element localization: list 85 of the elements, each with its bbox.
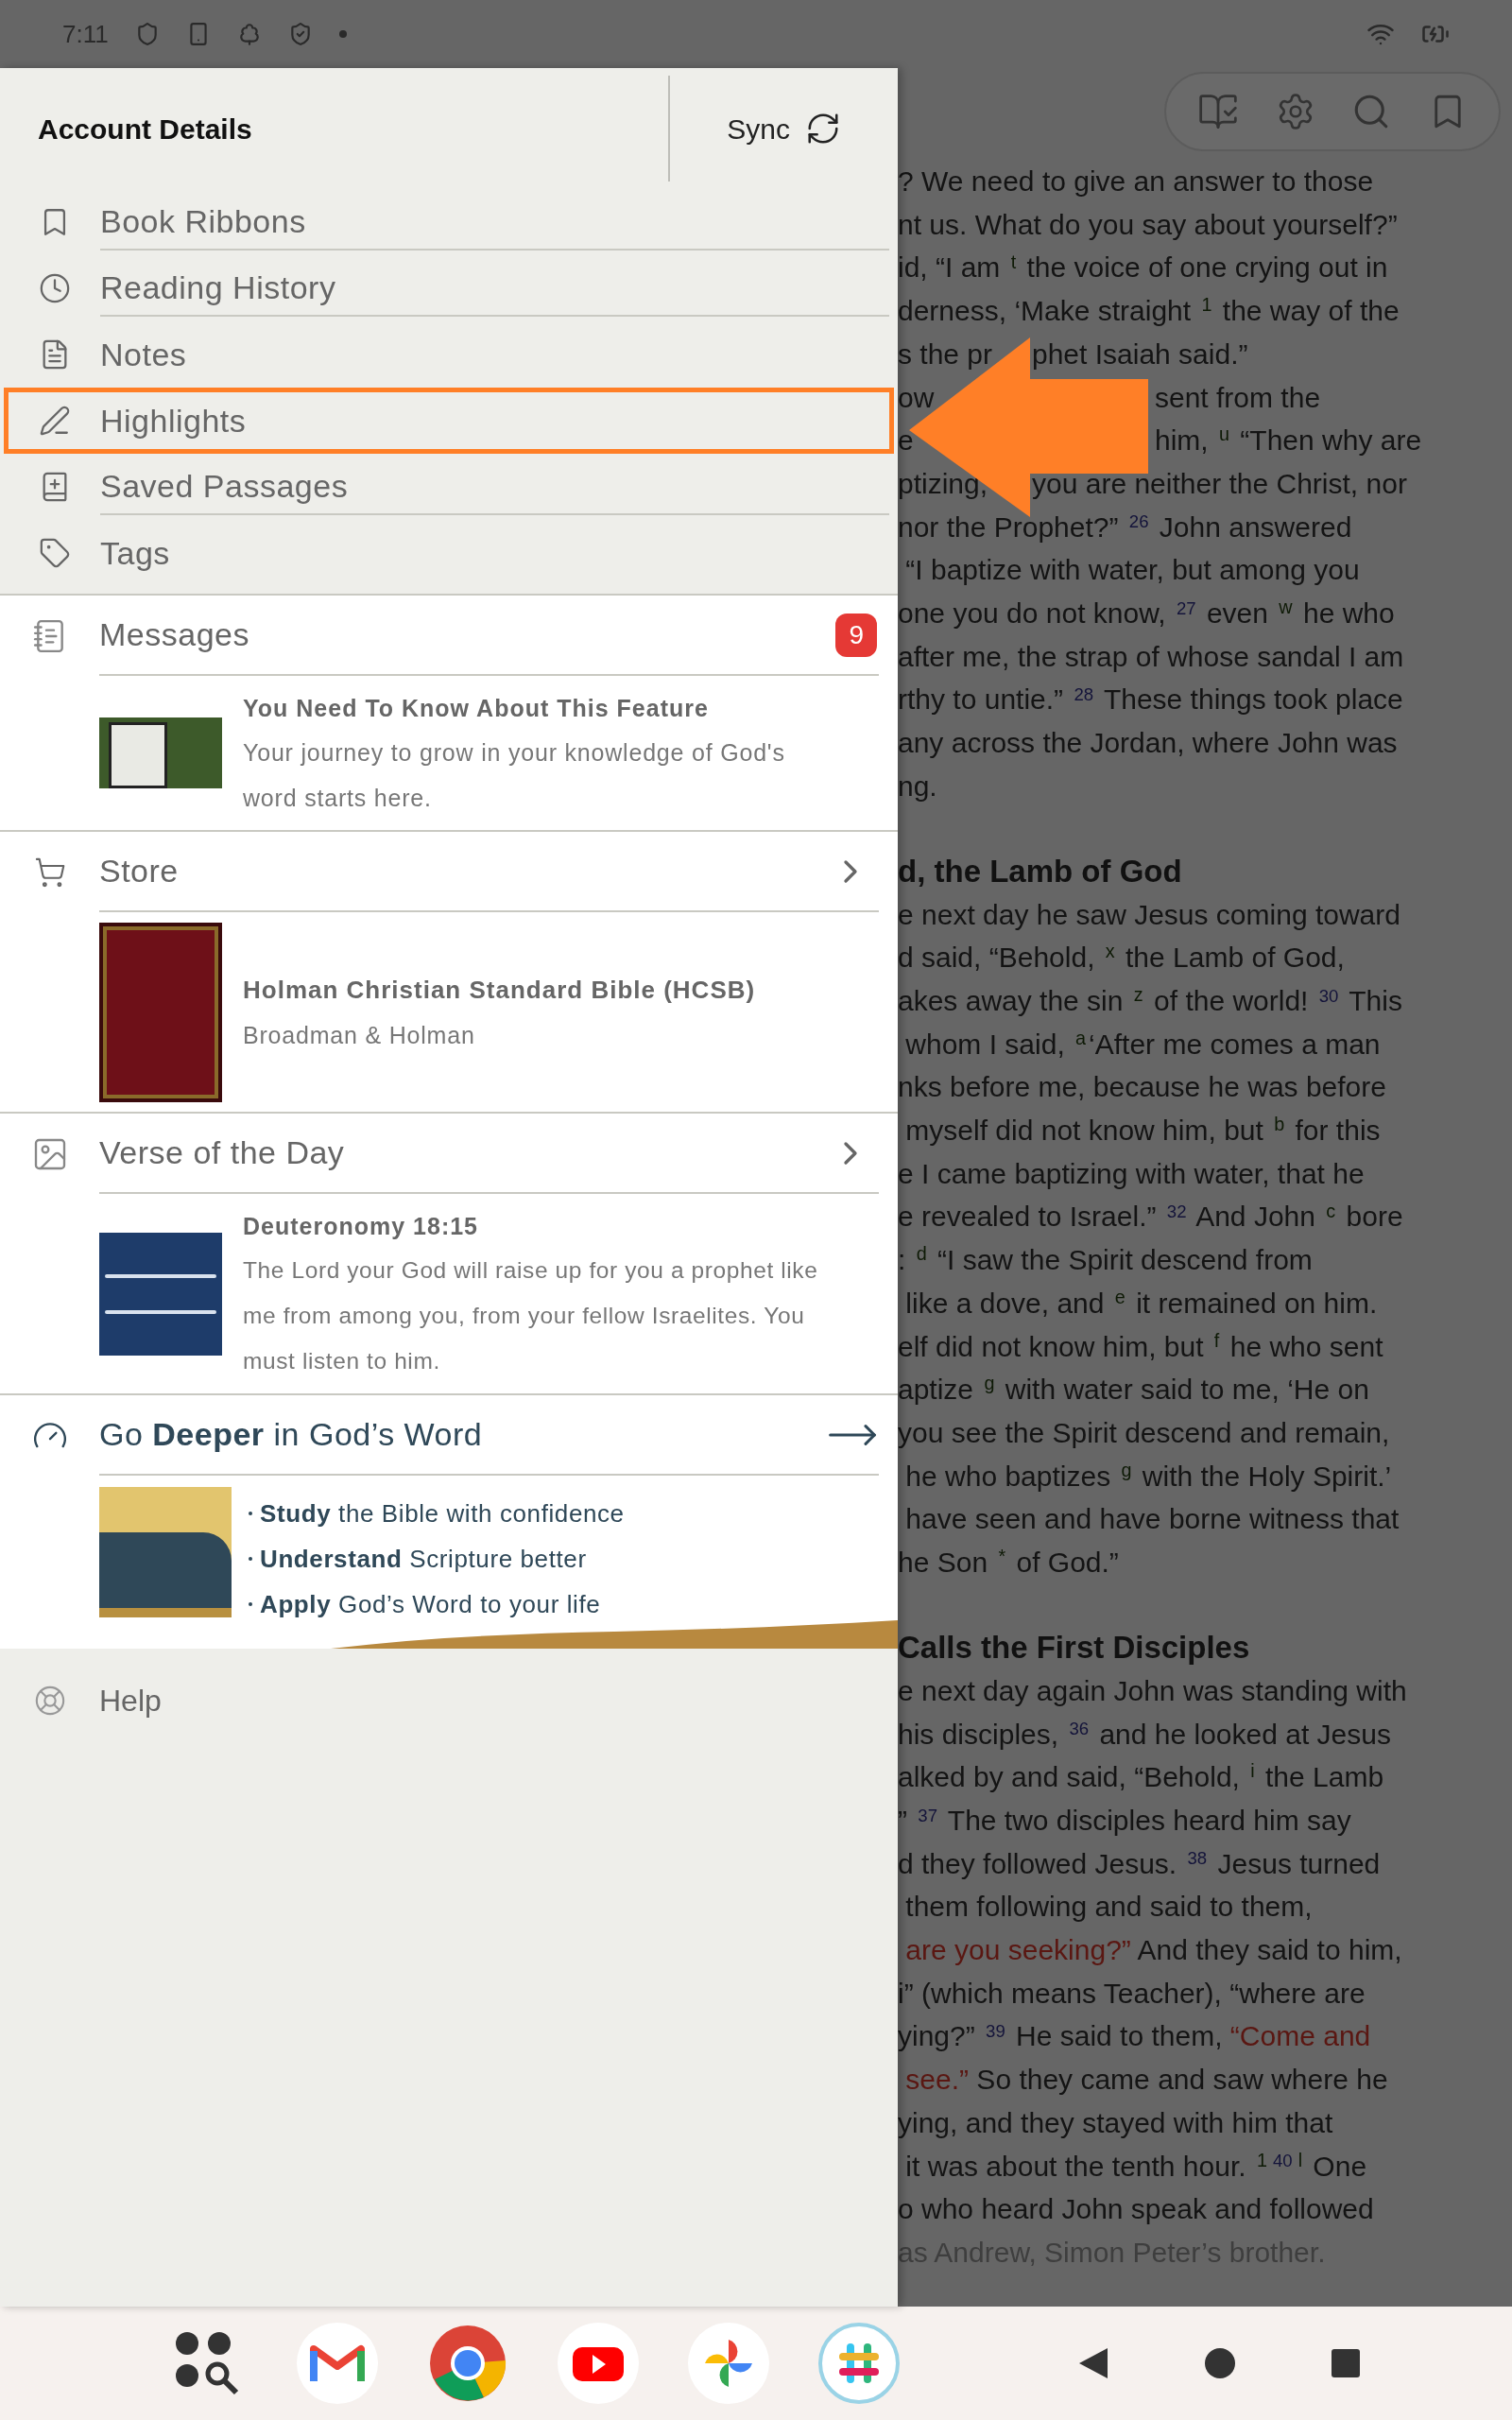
photos-app-icon[interactable] <box>688 2323 769 2404</box>
scripture-line: rthy to untie.” $^{28}$ These things took place <box>898 683 1403 717</box>
section-title[interactable]: Messages <box>99 611 249 659</box>
sync-button[interactable]: Sync <box>670 81 898 176</box>
scripture-line: nks before me, because he was before <box>898 1070 1386 1105</box>
bullet-icon <box>249 1602 252 1606</box>
promo-bullet-text: Apply God’s Word to your life <box>260 1589 601 1620</box>
recents-button[interactable] <box>1331 2348 1361 2378</box>
scripture-line: his disciples, $^{36}$ and he looked at Jesus <box>898 1717 1391 1752</box>
scripture-line: ying?” $^{39}$ He said to them, “Come and <box>898 2019 1371 2054</box>
cart-icon <box>33 856 66 889</box>
drawer-item[interactable]: Notes <box>4 321 894 388</box>
scripture-line: e revealed to Israel.” $^{32}$ And John $^{c}$ bore <box>898 1199 1403 1235</box>
scripture-line: ? We need to give an answer to those <box>898 164 1374 199</box>
scripture-line: have seen and have borne witness that <box>904 1502 1400 1537</box>
scripture-line: d they followed Jesus. $^{38}$ Jesus turned <box>898 1846 1381 1881</box>
scripture-line: you see the Spirit descend and remain, <box>898 1416 1390 1450</box>
pen-icon <box>38 405 71 437</box>
scripture-line: ” $^{37}$ The two disciples heard him say <box>898 1803 1351 1838</box>
promo-bullet-text: Understand Scripture better <box>260 1544 587 1575</box>
scripture-line: after me, the strap of whose sandal I am <box>898 639 1404 674</box>
section-title[interactable]: Store <box>99 847 179 895</box>
scripture-line: s the pr phet Isaiah said.” <box>898 337 1248 372</box>
help-item[interactable]: Help <box>99 1678 162 1723</box>
section-title[interactable]: Verse of the Day <box>99 1129 345 1177</box>
book-publisher: Broadman & Holman <box>243 1020 476 1050</box>
video-app-icon[interactable] <box>558 2323 639 2404</box>
tag-icon <box>38 537 71 569</box>
bullet-icon <box>249 1557 252 1561</box>
scripture-line: i” (which means Teacher), “where are <box>898 1976 1366 2011</box>
scripture-line: ow sent from the <box>898 380 1321 415</box>
scripture-line: : $^{d}$ “I saw the Spirit descend from <box>898 1242 1313 1278</box>
scripture-line: e next day again John was standing with <box>898 1673 1407 1708</box>
book-title[interactable]: Holman Christian Standard Bible (HCSB) <box>243 966 756 1012</box>
verse-reference[interactable]: Deuteronomy 18:15 <box>243 1203 848 1248</box>
help-icon <box>33 1685 66 1717</box>
drawer-item[interactable]: Tags <box>4 520 894 586</box>
browser-app-icon[interactable] <box>427 2323 508 2404</box>
bullet-icon <box>249 1512 252 1515</box>
drawer-item[interactable]: Highlights <box>4 388 894 454</box>
scripture-line: like a dove, and $^{e}$ it remained on him. <box>904 1286 1378 1321</box>
message-title[interactable]: You Need To Know About This Feature <box>243 685 838 730</box>
status-time: 7:11 <box>62 18 109 50</box>
scripture-line: alked by and said, “Behold, $^{i}$ the Lamb <box>898 1759 1384 1795</box>
scripture-line: nor the Prophet?” $^{26}$ John answered <box>898 510 1352 544</box>
promo-bullet-text: Study the Bible with confidence <box>260 1498 625 1530</box>
drawer-item[interactable]: Saved Passages <box>4 454 894 520</box>
scripture-line: ng. <box>898 769 937 804</box>
drawer-item[interactable]: Reading History <box>4 255 894 321</box>
mail-app-icon[interactable] <box>297 2323 378 2404</box>
scripture-line: one you do not know, $^{27}$ even $^{w}$ he who <box>898 596 1395 631</box>
drawer-item[interactable]: Book Ribbons <box>4 189 894 255</box>
scripture-line: them following and said to them, <box>904 1890 1313 1925</box>
scripture-line: are you seeking?” And they said to him, <box>904 1933 1402 1967</box>
scripture-line: o who heard John speak and followed <box>898 2192 1374 2227</box>
scripture-line: see.” So they came and saw where he <box>904 2063 1388 2098</box>
back-button[interactable] <box>1077 2346 1109 2380</box>
section-heading: d, the Lamb of God <box>898 852 1183 890</box>
scripture-line: d said, “Behold, $^{x}$ the Lamb of God, <box>898 940 1345 976</box>
scripture-line: ptizing, you are neither the Christ, nor <box>898 466 1407 501</box>
scripture-line: derness, ‘Make straight $^{1}$ the way of the <box>898 293 1400 329</box>
section-title[interactable]: Go Deeper in God’s Word <box>99 1410 483 1459</box>
scripture-line: akes away the sin $^{z}$ of the world! $^{30}$ This <box>898 983 1402 1018</box>
scripture-line: e I came baptizing with water, that he <box>898 1156 1365 1191</box>
account-details-title[interactable]: Account Details <box>0 107 669 150</box>
scripture-line: he Son $^{*}$ of God.” <box>898 1545 1119 1581</box>
scripture-line: whom I said, $^{a}$‘After me comes a man <box>904 1026 1381 1062</box>
verse-text: The Lord your God will raise up for you a prophet like me from among you, from your fellow Israelites. You must listen to him. <box>243 1255 819 1375</box>
message-body: Your journey to grow in your knowledge of God's word starts here. <box>243 737 786 813</box>
scripture-line: elf did not know him, but $^{f}$ he who sent <box>898 1328 1383 1364</box>
clock-icon <box>38 272 71 304</box>
scripture-line: myself did not know him, but $^{b}$ for this <box>904 1113 1381 1149</box>
scripture-line: “I baptize with water, but among you <box>904 553 1360 588</box>
scripture-line: aptize $^{g}$ with water said to me, ‘He on <box>898 1372 1369 1408</box>
scripture-line: e him, $^{u}$ “Then why are <box>898 423 1422 458</box>
scripture-line: he who baptizes $^{g}$ with the Holy Spirit.’ <box>904 1458 1392 1494</box>
chat-app-icon[interactable] <box>818 2323 900 2404</box>
home-button[interactable] <box>1204 2347 1236 2379</box>
scripture-line: ying, and they stayed with him that <box>898 2105 1333 2140</box>
scripture-line: nt us. What do you say about yourself?” <box>898 207 1398 242</box>
scripture-line: id, “I am $^{t}$ the voice of one crying out in <box>898 250 1388 285</box>
unread-badge: 9 <box>835 613 877 657</box>
section-heading: Calls the First Disciples <box>898 1628 1251 1667</box>
scripture-line: e next day he saw Jesus coming toward <box>898 897 1400 932</box>
scripture-line: any across the Jordan, where John was <box>898 726 1398 761</box>
